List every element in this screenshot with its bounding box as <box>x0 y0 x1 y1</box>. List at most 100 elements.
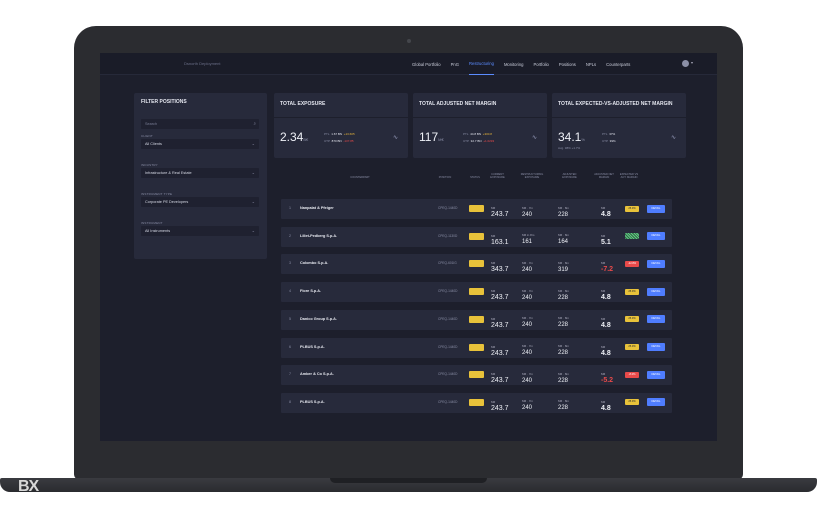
current-exposure: 163.1 M€ <box>491 232 509 246</box>
counterpart-name[interactable]: Nanpalat & Pfeiger <box>300 206 334 210</box>
adjusted-net-margin: 4.8 M€ <box>601 398 611 412</box>
counterpart-name[interactable]: Danico Group S.p.A. <box>300 317 337 321</box>
table-row[interactable]: 7 Amber & Co S.p.A. CPEQ-1440D 243.7 M€ 2… <box>281 365 672 386</box>
current-exposure-unit: M€ <box>491 399 496 404</box>
column-header[interactable]: ADJUSTED EXPOSURE <box>557 173 582 179</box>
adjusted-net-margin: 4.8 M€ <box>601 204 611 218</box>
column-header[interactable]: EXPECTED VS ACT. MARGIN <box>619 173 639 179</box>
counterpart-name[interactable]: Amber & Co S.p.A. <box>300 372 334 376</box>
kpi-sub-1-value: 1.67 BN <box>331 132 343 136</box>
nav-item-global-portfolio[interactable]: Global Portfolio <box>412 54 441 75</box>
restructuring-exposure-value: 240 <box>522 294 533 301</box>
table-header: COUNTERPART POSITION STATUS CURRENT EXPOSUR… <box>275 173 675 187</box>
nav-item-restructuring[interactable]: Restructuring <box>469 53 494 75</box>
position-code: CPEQ-601IG <box>438 261 457 266</box>
adjusted-net-margin: 4.8 M€ <box>601 343 611 357</box>
current-exposure: 243.7 M€ <box>491 204 509 218</box>
kpi-number: 2.34 <box>280 130 304 144</box>
nav-item-monitoring[interactable]: Monitoring <box>504 54 524 75</box>
restructuring-exposure-suffix: M€ · 7m <box>522 371 534 376</box>
client-label: CLIENT <box>141 134 153 138</box>
column-header[interactable]: POSITION <box>435 176 455 179</box>
adjusted-net-margin: -7.2 M€ <box>601 259 613 273</box>
row-index: 3 <box>289 261 291 266</box>
table-row[interactable]: 1 Nanpalat & Pfeiger CPEQ-1440D 243.7 M€ … <box>281 199 672 219</box>
top-navbar: Dsnorth Deployment Global Portfolio PnG Re… <box>100 53 717 75</box>
counterpart-name[interactable]: PLBUS S.p.A. <box>300 400 325 404</box>
adjusted-exposure: 319 M€ · 8m <box>558 260 569 273</box>
current-exposure: 243.7 M€ <box>491 370 509 384</box>
nav-item-counterparts[interactable]: Counterparts <box>606 54 630 75</box>
current-exposure-unit: M€ <box>491 289 496 294</box>
industry-select[interactable]: Infrastructure & Real Estate ⌄ <box>141 168 259 178</box>
nav-item-positions[interactable]: Positions <box>559 54 576 75</box>
kpi-sub-1-delta: +300.8 <box>482 132 492 136</box>
detail-button[interactable]: DETAIL <box>647 232 665 241</box>
adjusted-net-margin-value: -7.2 <box>601 266 614 274</box>
table-row[interactable]: 5 Danico Group S.p.A. CPEQ-1440D 243.7 M€… <box>281 309 672 330</box>
instrument-value: All Instruments <box>145 229 171 233</box>
restructuring-exposure: 240 M€ · 7m <box>522 398 533 411</box>
status-badge <box>469 205 484 212</box>
detail-button[interactable]: DETAIL <box>647 398 665 407</box>
detail-button[interactable]: DETAIL <box>647 315 665 324</box>
current-exposure-unit: M€ <box>491 206 496 210</box>
table-row[interactable]: 4 Fiore S.p.A. CPEQ-1440D 243.7 M€ 240 M€ … <box>281 282 672 303</box>
column-header[interactable]: COUNTERPART <box>330 176 390 179</box>
column-header[interactable]: ADJUSTED NET MARGIN <box>593 173 615 179</box>
adjusted-exposure-suffix: M€ · 8m <box>558 371 570 376</box>
detail-button[interactable]: DETAIL <box>647 343 665 351</box>
chevron-down-icon: ⌄ <box>251 141 255 146</box>
detail-button[interactable]: DETAIL <box>647 204 665 213</box>
counterpart-name[interactable]: Fiore S.p.A. <box>300 289 321 293</box>
kpi-note: Avg. 38% +1.7% <box>558 146 581 150</box>
kpi-sub-1-value: 37% <box>609 132 616 136</box>
status-badge <box>469 371 484 379</box>
restructuring-exposure-suffix: M€ · 7m <box>522 260 534 265</box>
column-header[interactable]: STATUS <box>466 176 484 179</box>
position-code: CPEQ-1440D <box>438 372 458 377</box>
kpi-title: TOTAL ADJUSTED NET MARGIN <box>419 101 497 107</box>
sparkline-icon: ∿ <box>531 135 537 141</box>
adjusted-exposure: 228 M€ · 8m <box>558 315 569 328</box>
kpi-sub-1-label: PTL <box>463 132 469 136</box>
adjusted-exposure-value: 319 <box>558 266 569 273</box>
instrument-type-select[interactable]: Corporate PE Developers ⌄ <box>141 197 259 207</box>
current-exposure-value: 243.7 <box>491 294 509 302</box>
client-select[interactable]: All Clients ⌄ <box>141 139 259 149</box>
adjusted-net-margin-value: 4.8 <box>601 404 611 412</box>
table-row[interactable]: 8 PLBUS S.p.A. CPEQ-1440D 243.7 M€ 240 M€ … <box>281 392 672 413</box>
restructuring-exposure-suffix: M€ · 7m <box>522 316 534 321</box>
user-avatar-icon[interactable] <box>682 60 689 67</box>
detail-button[interactable]: DETAIL <box>647 287 665 296</box>
adjusted-exposure: 164 M€ · 8m <box>558 232 569 245</box>
detail-button[interactable]: DETAIL <box>647 259 665 268</box>
adjusted-net-margin-unit: M€ <box>601 206 606 210</box>
restructuring-exposure: 240 M€ · 7m <box>522 288 533 301</box>
current-exposure-value: 343.7 <box>491 266 509 274</box>
counterpart-name[interactable]: Colombo S.p.A. <box>300 261 328 265</box>
kpi-sub-2-label: UTP <box>463 139 469 143</box>
nav-item-portfolio[interactable]: Portfolio <box>534 54 549 75</box>
counterpart-name[interactable]: PLBUS S.p.A. <box>300 345 325 349</box>
table-row[interactable]: 3 Colombo S.p.A. CPEQ-601IG 343.7 M€ 240 M… <box>281 254 672 275</box>
column-header[interactable]: RESTRUCTURING EXPOSURE <box>518 173 546 179</box>
column-header[interactable]: CURRENT EXPOSURE <box>485 173 510 179</box>
table-row[interactable]: 6 PLBUS S.p.A. CPEQ-1440D 243.7 M€ 240 M€ … <box>281 337 672 358</box>
adjusted-net-margin-value: 5.1 <box>601 238 611 246</box>
chevron-down-icon[interactable]: ▾ <box>691 60 693 65</box>
search-input[interactable]: Search ⌕ <box>141 119 259 129</box>
filter-panel: FILTER POSITIONS Search ⌕ CLIENT All Cli… <box>134 93 267 259</box>
kpi-sub-1: PTL 1.67 BN +13.605 <box>324 132 355 136</box>
client-value: All Clients <box>145 142 162 146</box>
nav-item-png[interactable]: PnG <box>451 54 459 75</box>
instrument-select[interactable]: All Instruments ⌄ <box>141 226 259 236</box>
kpi-divider <box>552 117 686 118</box>
kpi-title: TOTAL EXPOSURE <box>280 101 326 107</box>
nav-item-npls[interactable]: NPLs <box>586 54 596 75</box>
current-exposure-unit: M€ <box>491 233 496 238</box>
current-exposure-value: 163.1 <box>491 238 509 246</box>
detail-button[interactable]: DETAIL <box>647 370 665 379</box>
table-row[interactable]: 2 Lillet-Pedberg S.p.A. CPEQ-1130D 163.1… <box>281 226 672 247</box>
counterpart-name[interactable]: Lillet-Pedberg S.p.A. <box>300 234 337 238</box>
